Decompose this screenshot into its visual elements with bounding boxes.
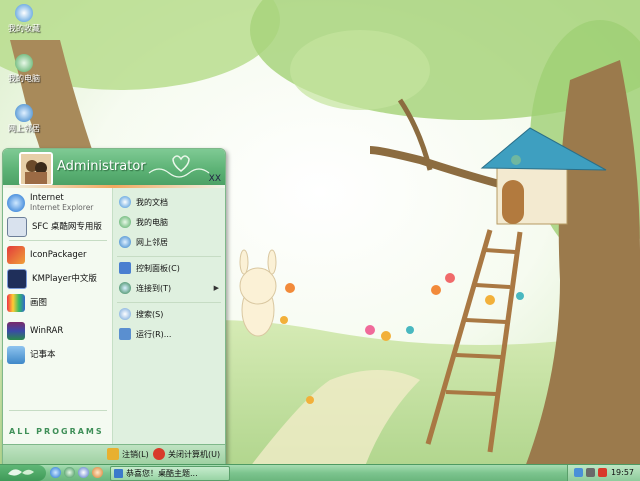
all-programs-button[interactable]: ALL PROGRAMS — [3, 421, 112, 442]
place-my-documents[interactable]: 我的文档 — [119, 194, 221, 210]
system-tray: 19:57 — [567, 465, 640, 481]
places-column: 我的文档 我的电脑 网上邻居 控制面板(C) 连接到(T) ▶ 搜索(S) 运行… — [113, 188, 225, 444]
place-label: 网上邻居 — [136, 237, 168, 247]
shutdown-button[interactable]: 关闭计算机(U) — [153, 448, 220, 460]
network-status-icon[interactable] — [574, 468, 583, 477]
place-label: 连接到(T) — [136, 283, 172, 293]
logoff-label: 注销(L) — [122, 449, 149, 459]
divider — [117, 302, 221, 303]
documents-icon — [119, 196, 131, 208]
header-tag: XX — [208, 174, 221, 184]
window-icon — [114, 469, 123, 478]
divider — [9, 410, 107, 411]
desktop-icon-network[interactable]: 网上邻居 — [2, 104, 46, 134]
winrar-icon — [7, 322, 25, 340]
program-name: Internet — [30, 193, 64, 203]
sfc-icon — [7, 217, 27, 237]
program-paint[interactable]: 画图 — [7, 292, 111, 314]
place-label: 我的文档 — [136, 197, 168, 207]
program-sfc[interactable]: SFC 桌酷网专用版 — [7, 216, 111, 238]
quicklaunch-ie-icon[interactable] — [50, 467, 61, 478]
program-name: SFC 桌酷网专用版 — [32, 222, 102, 232]
start-menu-footer: 注销(L) 关闭计算机(U) — [3, 444, 225, 465]
user-avatar[interactable] — [19, 152, 53, 186]
desktop-icon-label: 我的收藏 — [8, 24, 40, 33]
logoff-button[interactable]: 注销(L) — [107, 448, 149, 460]
program-iconpackager[interactable]: IconPackager — [7, 244, 111, 266]
favorites-icon — [15, 4, 33, 22]
quicklaunch-media-icon[interactable] — [78, 467, 89, 478]
ie-icon — [7, 194, 25, 212]
power-icon — [153, 448, 165, 460]
quicklaunch-desktop-icon[interactable] — [64, 467, 75, 478]
notepad-icon — [7, 346, 25, 364]
program-subtitle: Internet Explorer — [30, 203, 94, 212]
volume-icon[interactable] — [586, 468, 595, 477]
divider — [9, 240, 107, 241]
divider — [117, 256, 221, 257]
clock[interactable]: 19:57 — [611, 468, 634, 477]
program-internet-explorer[interactable]: Internet Internet Explorer — [7, 192, 111, 214]
lock-icon — [107, 448, 119, 460]
network-icon — [119, 236, 131, 248]
run-icon — [119, 328, 131, 340]
network-icon — [15, 104, 33, 122]
my-computer-icon — [15, 54, 33, 72]
control-panel-icon — [119, 262, 131, 274]
program-name: IconPackager — [30, 250, 87, 260]
taskbar-window-label: 恭喜您！桌酷主题... — [126, 469, 198, 478]
place-label: 运行(R)... — [136, 329, 172, 339]
place-search[interactable]: 搜索(S) — [119, 306, 221, 322]
desktop-icon-label: 网上邻居 — [8, 124, 40, 133]
program-name: WinRAR — [30, 326, 64, 336]
user-name: Administrator — [57, 159, 146, 174]
program-name: 记事本 — [30, 350, 56, 360]
program-winrar[interactable]: WinRAR — [7, 320, 111, 342]
desktop-icon-favorites[interactable]: 我的收藏 — [2, 4, 46, 34]
place-my-computer[interactable]: 我的电脑 — [119, 214, 221, 230]
place-run[interactable]: 运行(R)... — [119, 326, 221, 342]
desktop-icon-my-computer[interactable]: 我的电脑 — [2, 54, 46, 84]
quicklaunch-app-icon[interactable] — [92, 467, 103, 478]
place-connect-to[interactable]: 连接到(T) ▶ — [119, 280, 221, 296]
leaf-icon — [8, 469, 34, 476]
program-name: KMPlayer中文版 — [32, 274, 97, 284]
iconpackager-icon — [7, 246, 25, 264]
start-button[interactable] — [0, 465, 46, 481]
desktop-icon-label: 我的电脑 — [8, 74, 40, 83]
connect-icon — [119, 282, 131, 294]
paint-icon — [7, 294, 25, 312]
search-icon — [119, 308, 131, 320]
security-icon[interactable] — [598, 468, 607, 477]
all-programs-label: ALL PROGRAMS — [9, 427, 104, 436]
taskbar: 恭喜您！桌酷主题... 19:57 — [0, 464, 640, 481]
submenu-arrow-icon: ▶ — [213, 284, 219, 292]
program-notepad[interactable]: 记事本 — [7, 344, 111, 366]
program-name: 画图 — [30, 298, 48, 308]
shutdown-label: 关闭计算机(U) — [168, 449, 221, 459]
taskbar-window-button[interactable]: 恭喜您！桌酷主题... — [110, 466, 230, 481]
computer-icon — [119, 216, 131, 228]
place-label: 搜索(S) — [136, 309, 164, 319]
start-menu: Administrator XX Internet Internet Explor… — [2, 148, 226, 466]
place-label: 我的电脑 — [136, 217, 168, 227]
place-control-panel[interactable]: 控制面板(C) — [119, 260, 221, 276]
start-menu-header: Administrator XX — [3, 149, 225, 186]
programs-column: Internet Internet Explorer SFC 桌酷网专用版 Ico… — [3, 188, 113, 444]
program-kmplayer[interactable]: KMPlayer中文版 — [7, 268, 111, 290]
place-network[interactable]: 网上邻居 — [119, 234, 221, 250]
place-label: 控制面板(C) — [136, 263, 180, 273]
kmplayer-icon — [7, 269, 27, 289]
